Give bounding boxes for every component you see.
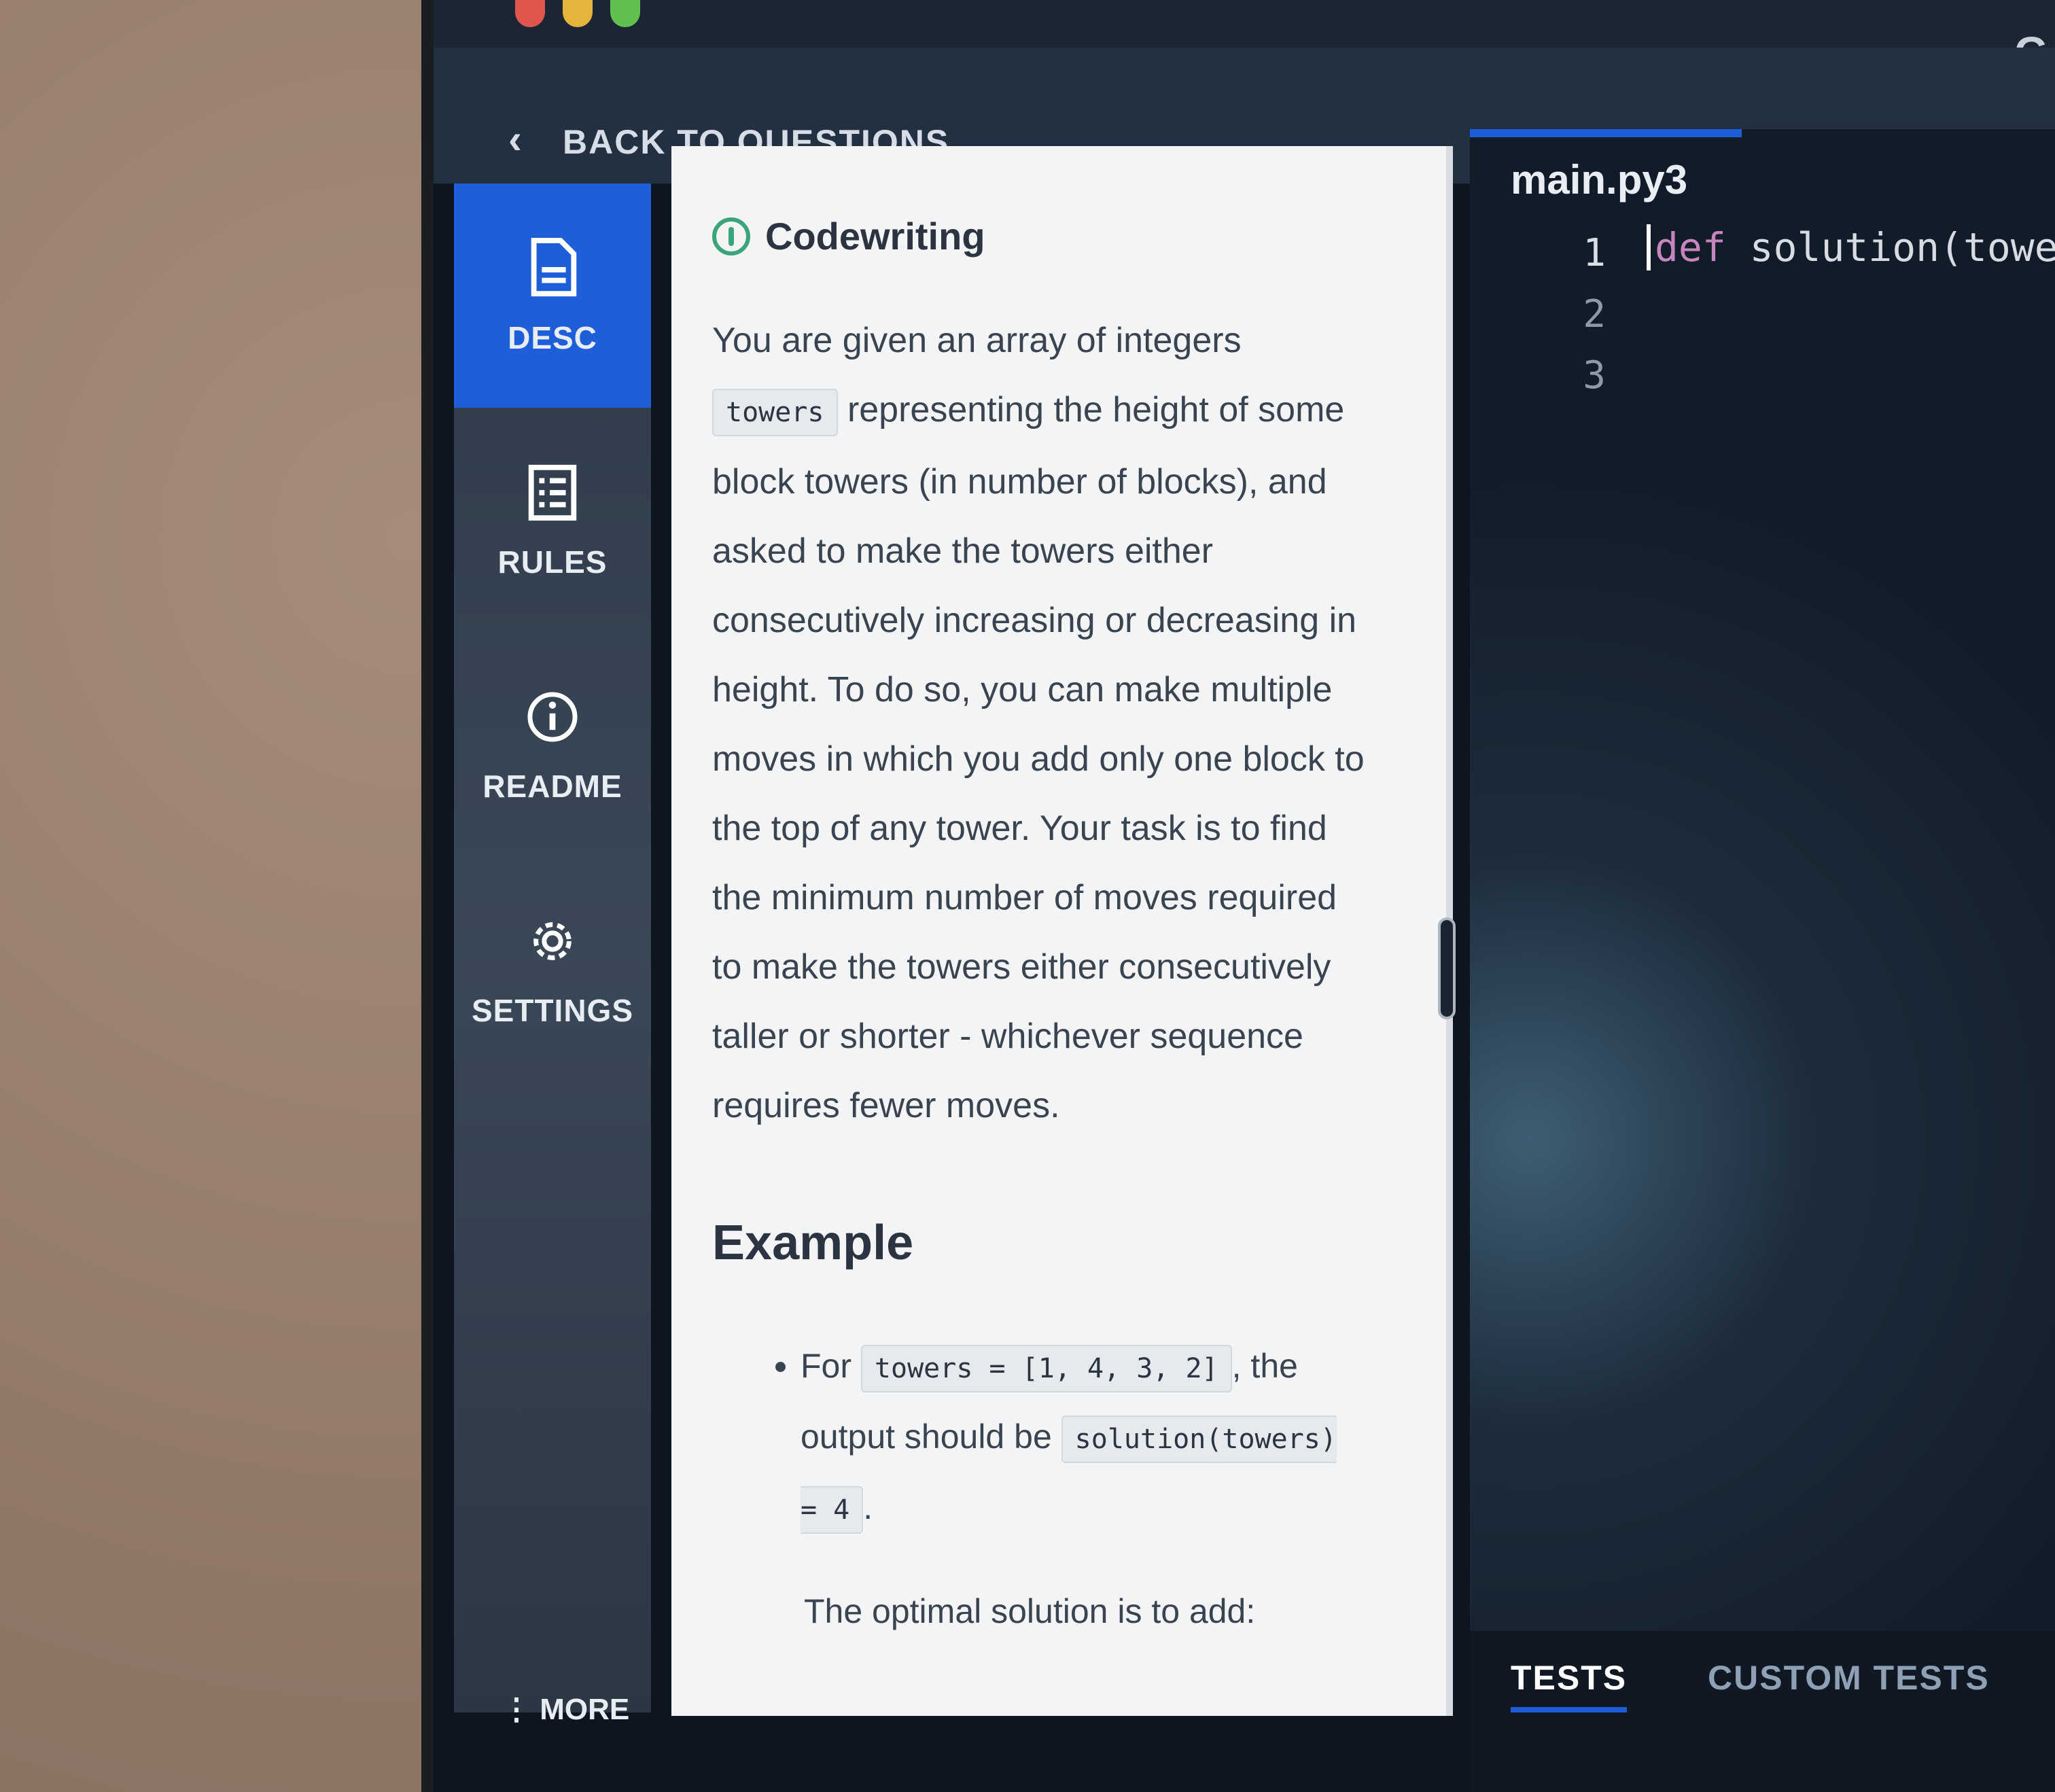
gear-icon [533, 922, 572, 960]
more-label: MORE [540, 1693, 630, 1726]
line-number: 3 [1583, 353, 1606, 398]
document-icon [531, 238, 577, 297]
code-keyword: def [1655, 224, 1726, 270]
task-description: You are given an array of integers tower… [712, 306, 1365, 1140]
example-input-code: towers = [1, 4, 3, 2] [860, 1345, 1232, 1392]
line-number: 2 [1583, 292, 1606, 336]
chevron-left-icon[interactable]: ‹ [508, 116, 522, 162]
active-file-indicator [1470, 129, 1742, 137]
sidebar-item-rules[interactable]: RULES [454, 408, 651, 632]
description-body: representing the height of some block to… [712, 390, 1365, 1125]
more-button[interactable]: ⋮ MORE [502, 1692, 629, 1727]
code-text: solution(towe [1725, 224, 2055, 270]
sidebar-item-label: SETTINGS [471, 993, 634, 1028]
sidebar-item-settings[interactable]: SETTINGS [454, 856, 651, 1081]
codewriting-icon [712, 217, 750, 256]
example-end-text: . [863, 1488, 873, 1526]
list-item: For towers = [1, 4, 3, 2], the output sh… [801, 1332, 1358, 1544]
task-type-label: Codewriting [765, 215, 985, 258]
sidebar-item-label: DESC [508, 320, 597, 355]
sidebar-item-desc[interactable]: DESC [454, 183, 651, 408]
code-editor[interactable]: main.py3 1 2 3 def solution(towe [1470, 129, 2055, 1760]
title-bar: G [434, 0, 2055, 77]
example-list: For towers = [1, 4, 3, 2], the output sh… [801, 1332, 1358, 1544]
task-type-header: Codewriting [712, 214, 1405, 258]
sidebar-item-label: README [482, 769, 622, 804]
description-intro: You are given an array of integers [712, 321, 1242, 360]
optimal-solution-text: The optimal solution is to add: [804, 1592, 1256, 1630]
tab-tests[interactable]: TESTS [1511, 1658, 1628, 1712]
close-window-button[interactable] [515, 0, 545, 27]
code-line[interactable]: def solution(towe [1647, 224, 2055, 270]
sidebar-item-readme[interactable]: README [454, 632, 651, 856]
minimize-window-button[interactable] [563, 0, 593, 27]
bottom-tab-bar: TESTS CUSTOM TESTS [1470, 1631, 2055, 1792]
panel-resize-handle[interactable] [1438, 917, 1456, 1019]
info-icon [527, 692, 578, 742]
description-panel: Codewriting You are given an array of in… [671, 146, 1453, 1716]
sidebar: DESC RULES README SETTINGS [454, 183, 651, 1712]
example-for-text: For [801, 1347, 861, 1385]
sidebar-item-label: RULES [497, 544, 608, 580]
file-tab[interactable]: main.py3 [1511, 156, 1687, 203]
tab-custom-tests[interactable]: CUSTOM TESTS [1708, 1658, 1990, 1698]
example-heading: Example [712, 1216, 914, 1270]
inline-code-towers: towers [712, 389, 838, 436]
maximize-window-button[interactable] [610, 0, 640, 27]
line-number-gutter: 1 2 3 [1551, 231, 1606, 415]
app-window: G ‹ BACK TO QUESTIONS DESC RULES [421, 0, 2055, 1792]
list-icon [528, 464, 577, 521]
line-number: 1 [1583, 231, 1606, 275]
